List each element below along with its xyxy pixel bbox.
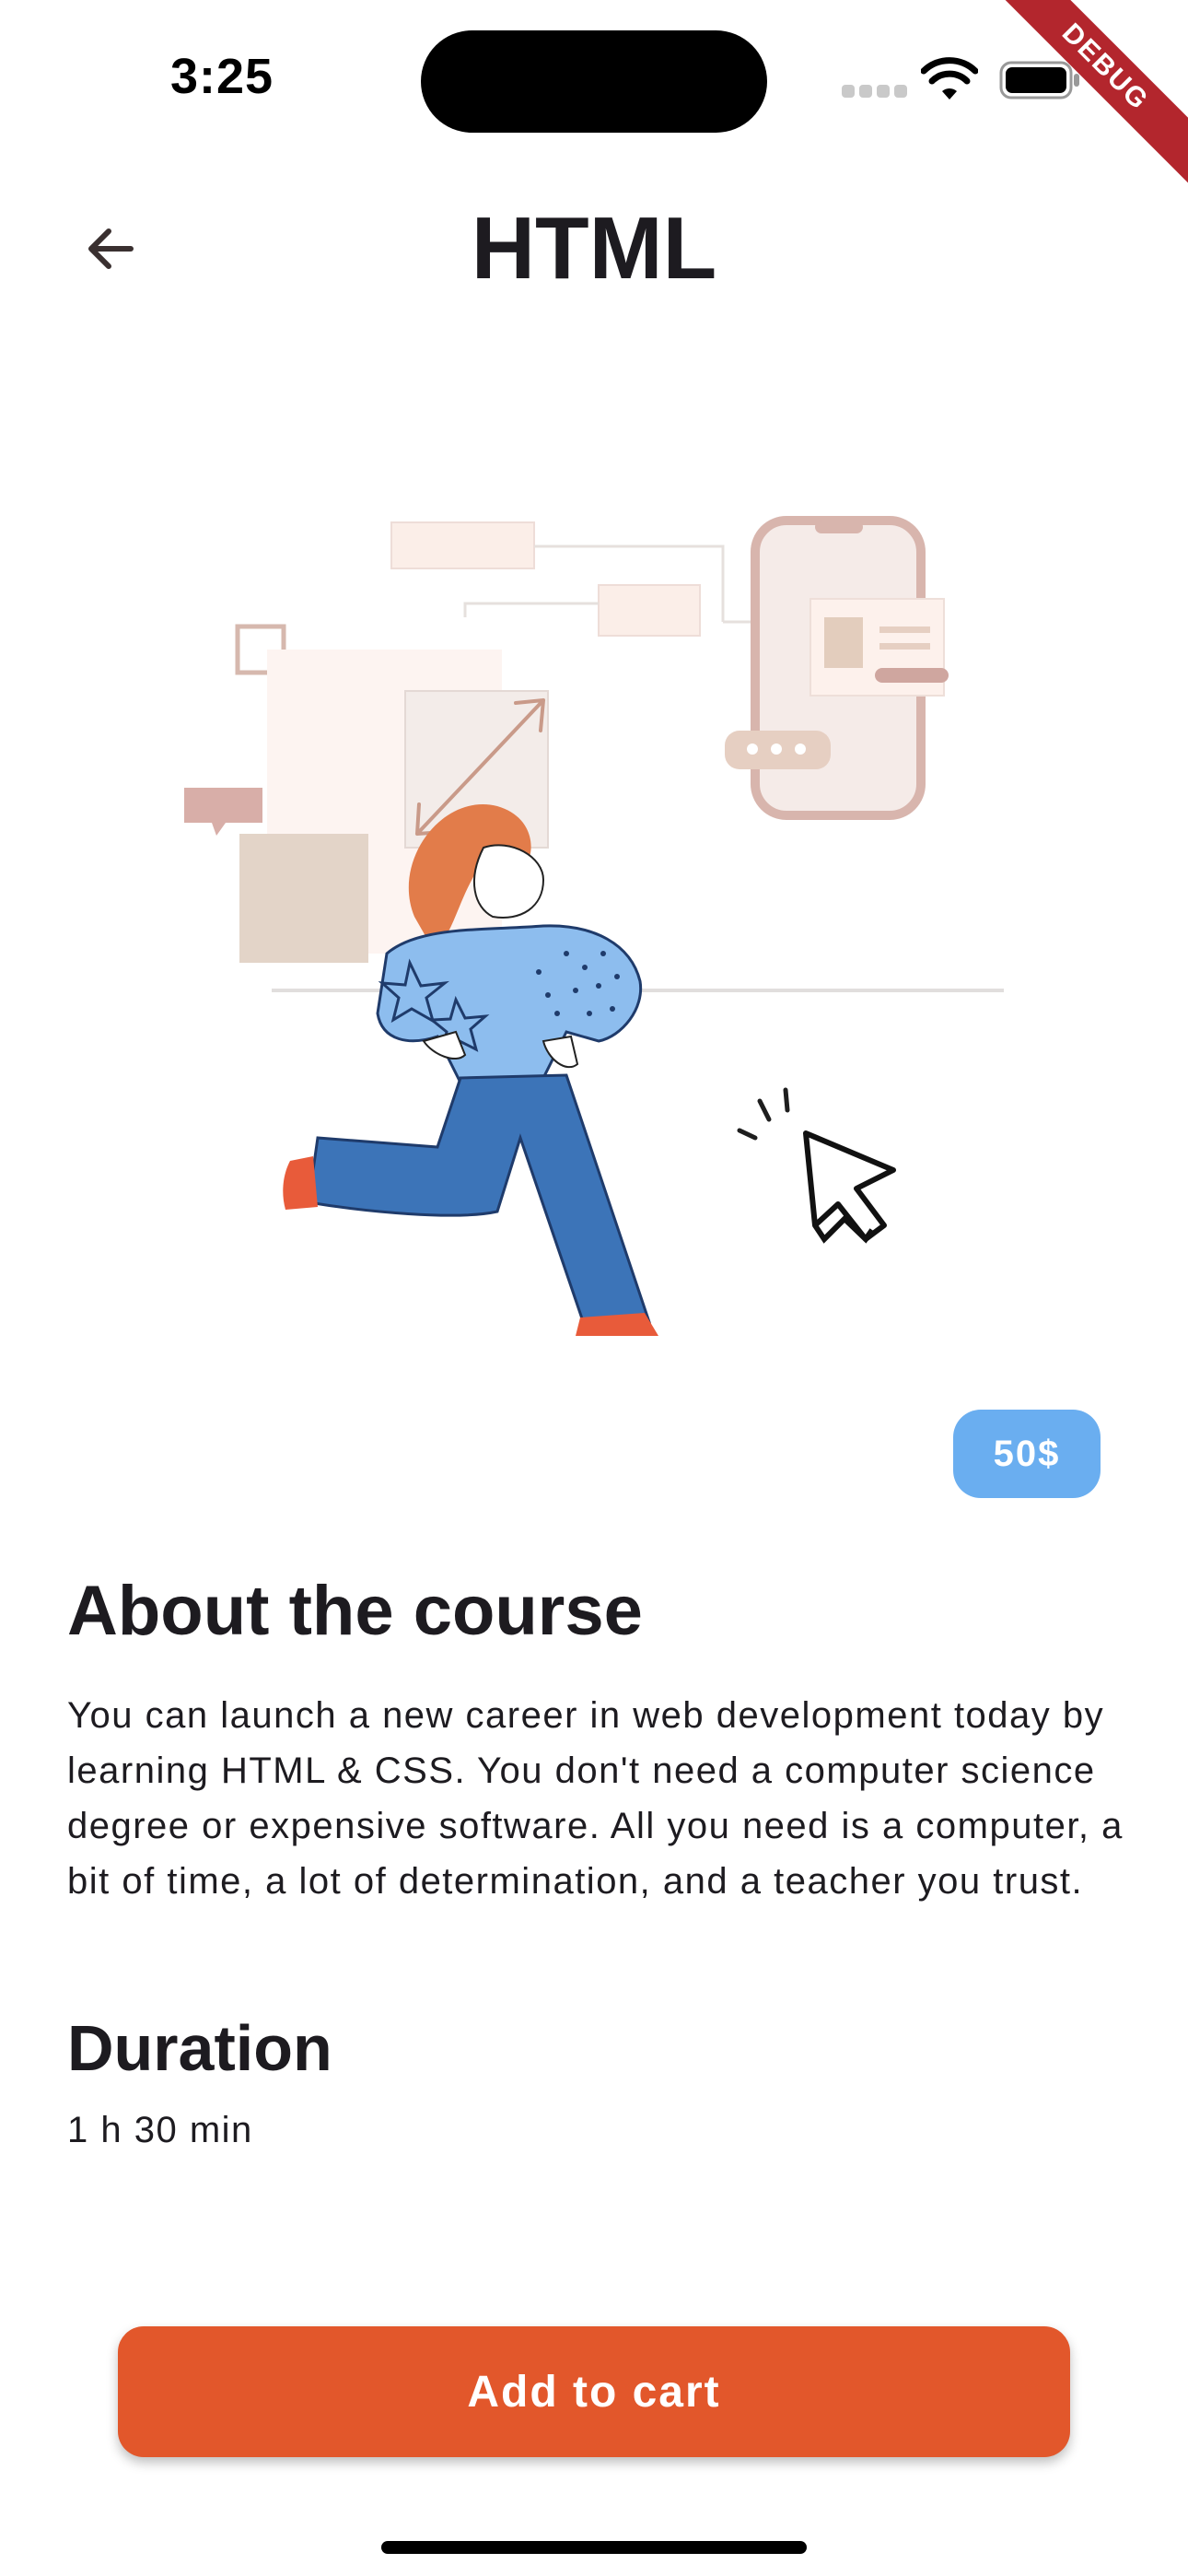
cellular-signal-icon: [842, 85, 908, 98]
dynamic-island: [421, 30, 767, 133]
price-badge: 50$: [953, 1410, 1101, 1498]
about-description: You can launch a new career in web devel…: [67, 1695, 1124, 1902]
add-to-cart-button[interactable]: Add to cart: [118, 2326, 1070, 2457]
page-title: HTML: [471, 199, 717, 298]
home-indicator: [381, 2541, 807, 2554]
duration-heading: Duration: [67, 2012, 332, 2084]
about-heading: About the course: [67, 1572, 643, 1650]
status-time: 3:25: [170, 49, 274, 104]
course-illustration: [184, 516, 1004, 1336]
wifi-icon: [921, 57, 978, 100]
battery-icon: [999, 61, 1079, 100]
duration-value: 1 h 30 min: [67, 2110, 253, 2150]
